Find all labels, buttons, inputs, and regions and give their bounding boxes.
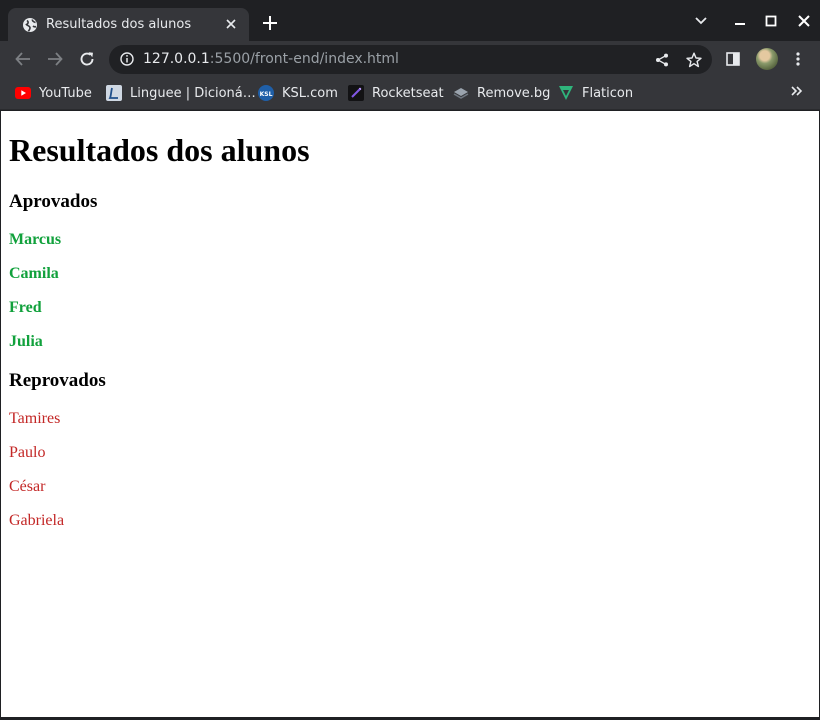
- bookmark-ksl[interactable]: KSL KSL.com: [258, 84, 338, 102]
- address-bar[interactable]: 127.0.0.1:5500/front-end/index.html: [109, 45, 712, 74]
- failed-student: Gabriela: [9, 512, 65, 529]
- forward-icon[interactable]: [45, 49, 65, 69]
- bookmark-label: KSL.com: [282, 85, 338, 101]
- linguee-icon: [106, 85, 122, 101]
- minimize-icon[interactable]: [731, 12, 749, 30]
- bookmark-youtube[interactable]: YouTube: [15, 84, 92, 102]
- failed-heading: Reprovados: [9, 370, 106, 391]
- maximize-icon[interactable]: [762, 12, 780, 30]
- removebg-icon: [453, 85, 469, 101]
- page-title: Resultados dos alunos: [9, 132, 310, 168]
- approved-student: Marcus: [9, 231, 62, 248]
- close-tab-icon[interactable]: [223, 16, 239, 32]
- tab-strip: Resultados dos alunos: [0, 0, 820, 41]
- bookmark-label: Rocketseat: [372, 85, 444, 101]
- bookmark-label: YouTube: [39, 85, 92, 101]
- url-host: 127.0.0.1: [143, 51, 210, 67]
- approved-student: Julia: [9, 333, 43, 350]
- share-icon[interactable]: [653, 51, 671, 69]
- new-tab-icon[interactable]: [261, 14, 279, 32]
- tab-title: Resultados dos alunos: [46, 17, 192, 32]
- browser-toolbar: 127.0.0.1:5500/front-end/index.html: [0, 41, 820, 77]
- bookmark-rocketseat[interactable]: Rocketseat: [348, 84, 444, 102]
- reload-icon[interactable]: [77, 49, 97, 69]
- back-icon[interactable]: [13, 49, 33, 69]
- svg-text:KSL: KSL: [260, 91, 273, 98]
- failed-student: Paulo: [9, 444, 46, 461]
- side-panel-icon[interactable]: [723, 49, 743, 69]
- globe-icon: [22, 17, 38, 33]
- tab-search-chevron-icon[interactable]: [692, 12, 710, 30]
- approved-heading: Aprovados: [9, 191, 98, 212]
- menu-kebab-icon[interactable]: [788, 49, 808, 69]
- bookmarks-bar: YouTube Linguee | Dicioná… KSL KSL.com R…: [0, 77, 820, 110]
- approved-student: Camila: [9, 265, 59, 282]
- youtube-icon: [15, 85, 31, 101]
- profile-avatar[interactable]: [756, 48, 778, 70]
- active-tab[interactable]: Resultados dos alunos: [8, 8, 249, 41]
- rocketseat-icon: [348, 85, 364, 101]
- bookmark-star-icon[interactable]: [685, 51, 703, 69]
- bookmark-flaticon[interactable]: Flaticon: [558, 84, 633, 102]
- failed-student: Tamires: [9, 410, 61, 427]
- bookmark-linguee[interactable]: Linguee | Dicioná…: [106, 84, 256, 102]
- bookmark-label: Remove.bg: [477, 85, 551, 101]
- url-path: :5500/front-end/index.html: [209, 51, 399, 67]
- close-window-icon[interactable]: [795, 12, 813, 30]
- failed-student: César: [9, 478, 46, 495]
- more-bookmarks-icon[interactable]: [790, 84, 804, 98]
- url-text[interactable]: 127.0.0.1:5500/front-end/index.html: [143, 51, 399, 67]
- page-viewport: Resultados dos alunos Aprovados Marcus C…: [1, 111, 819, 717]
- bookmark-label: Linguee | Dicioná…: [130, 85, 256, 101]
- approved-student: Fred: [9, 299, 42, 316]
- bookmark-label: Flaticon: [582, 85, 634, 101]
- ksl-icon: KSL: [258, 85, 274, 101]
- site-info-icon[interactable]: [119, 51, 135, 67]
- bookmark-removebg[interactable]: Remove.bg: [453, 84, 550, 102]
- flaticon-icon: [558, 85, 574, 101]
